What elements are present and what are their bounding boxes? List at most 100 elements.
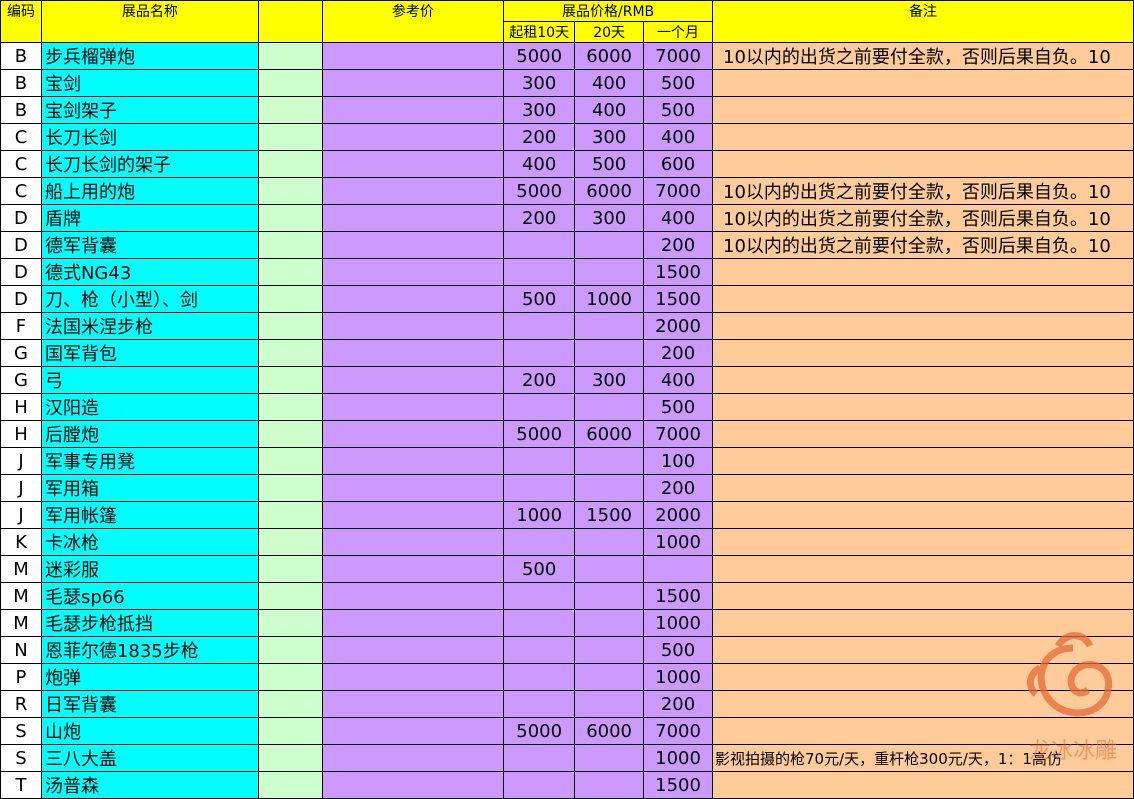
name-cell: 军用帐篷 [40,501,259,529]
ref-price-cell [321,555,505,583]
table-row: P 炮弹 1000 [0,663,1134,691]
table-row: G 弓 200 300 400 [0,366,1134,394]
table-row: F 法国米涅步枪 2000 [0,312,1134,340]
price-20days-cell: 6000 [574,717,645,745]
table-row: M 毛瑟sp66 1500 [0,582,1134,610]
blank-cell [257,420,323,448]
price-10days-cell: 1000 [503,501,576,529]
price-20days-cell [574,582,645,610]
price-month-cell: 400 [643,366,713,394]
name-cell: 船上用的炮 [40,177,259,205]
table-row: K 卡冰枪 1000 [0,528,1134,556]
ref-price-cell [321,663,505,691]
ref-price-cell [321,501,505,529]
price-month-cell: 400 [643,204,713,232]
code-cell: C [0,123,42,151]
blank-cell [257,636,323,664]
code-cell: B [0,96,42,124]
price-10days-cell [503,609,576,637]
price-20days-cell [574,690,645,718]
header-blank [257,0,323,43]
code-cell: K [0,528,42,556]
ref-price-cell [321,717,505,745]
note-cell [712,582,1134,610]
code-cell: J [0,447,42,475]
header-name: 展品名称 [40,0,259,43]
blank-cell [257,204,323,232]
note-cell [712,447,1134,475]
ref-price-cell [321,69,505,97]
price-10days-cell: 300 [503,96,576,124]
price-20days-cell [574,447,645,475]
code-cell: F [0,312,42,340]
table-row: D 德军背囊 200 10以内的出货之前要付全款，否则后果自负。10 [0,231,1134,259]
price-month-cell: 200 [643,339,713,367]
header-price-20days: 20天 [574,21,645,43]
header-price-group: 展品价格/RMB [503,0,713,22]
price-20days-cell: 6000 [574,42,645,70]
ref-price-cell [321,150,505,178]
code-cell: D [0,231,42,259]
note-cell [712,285,1134,313]
table-row: N 恩菲尔德1835步枪 500 [0,636,1134,664]
table-row: D 德式NG43 1500 [0,258,1134,286]
price-20days-cell [574,231,645,259]
name-cell: 弓 [40,366,259,394]
price-10days-cell [503,771,576,799]
price-20days-cell: 300 [574,366,645,394]
price-10days-cell [503,312,576,340]
price-month-cell: 1500 [643,258,713,286]
price-20days-cell [574,636,645,664]
price-month-cell: 500 [643,636,713,664]
ref-price-cell [321,339,505,367]
price-10days-cell [503,636,576,664]
blank-cell [257,258,323,286]
name-cell: 德军背囊 [40,231,259,259]
price-20days-cell [574,771,645,799]
name-cell: 汤普森 [40,771,259,799]
code-cell: M [0,582,42,610]
note-cell [712,123,1134,151]
code-cell: H [0,420,42,448]
code-cell: S [0,717,42,745]
price-20days-cell: 1500 [574,501,645,529]
table-row: C 长刀长剑 200 300 400 [0,123,1134,151]
name-cell: 德式NG43 [40,258,259,286]
price-month-cell: 400 [643,123,713,151]
price-month-cell: 100 [643,447,713,475]
table-row: D 刀、枪（小型）、剑 500 1000 1500 [0,285,1134,313]
note-cell [712,96,1134,124]
price-month-cell: 2000 [643,312,713,340]
name-cell: 步兵榴弹炮 [40,42,259,70]
note-cell: 影视拍摄的枪70元/天，重杆枪300元/天，1：1高仿 [712,744,1134,772]
name-cell: 军用箱 [40,474,259,502]
table-row: D 盾牌 200 300 400 10以内的出货之前要付全款，否则后果自负。10 [0,204,1134,232]
blank-cell [257,231,323,259]
name-cell: 毛瑟步枪抵挡 [40,609,259,637]
name-cell: 宝剑架子 [40,96,259,124]
price-20days-cell: 6000 [574,177,645,205]
code-cell: G [0,366,42,394]
blank-cell [257,150,323,178]
code-cell: S [0,744,42,772]
table-row: C 船上用的炮 5000 6000 7000 10以内的出货之前要付全款，否则后果自负。1… [0,177,1134,205]
table-row: B 步兵榴弹炮 5000 6000 7000 10以内的出货之前要付全款，否则后果自负。1… [0,42,1134,70]
note-cell: 10以内的出货之前要付全款，否则后果自负。10 [712,231,1134,259]
code-cell: T [0,771,42,799]
note-cell [712,663,1134,691]
price-10days-cell [503,447,576,475]
ref-price-cell [321,177,505,205]
table-row: G 国军背包 200 [0,339,1134,367]
ref-price-cell [321,42,505,70]
price-month-cell: 500 [643,96,713,124]
blank-cell [257,177,323,205]
note-cell [712,420,1134,448]
price-month-cell: 600 [643,150,713,178]
price-20days-cell [574,528,645,556]
blank-cell [257,690,323,718]
price-month-cell: 1000 [643,663,713,691]
price-10days-cell: 300 [503,69,576,97]
blank-cell [257,609,323,637]
name-cell: 毛瑟sp66 [40,582,259,610]
note-cell [712,69,1134,97]
